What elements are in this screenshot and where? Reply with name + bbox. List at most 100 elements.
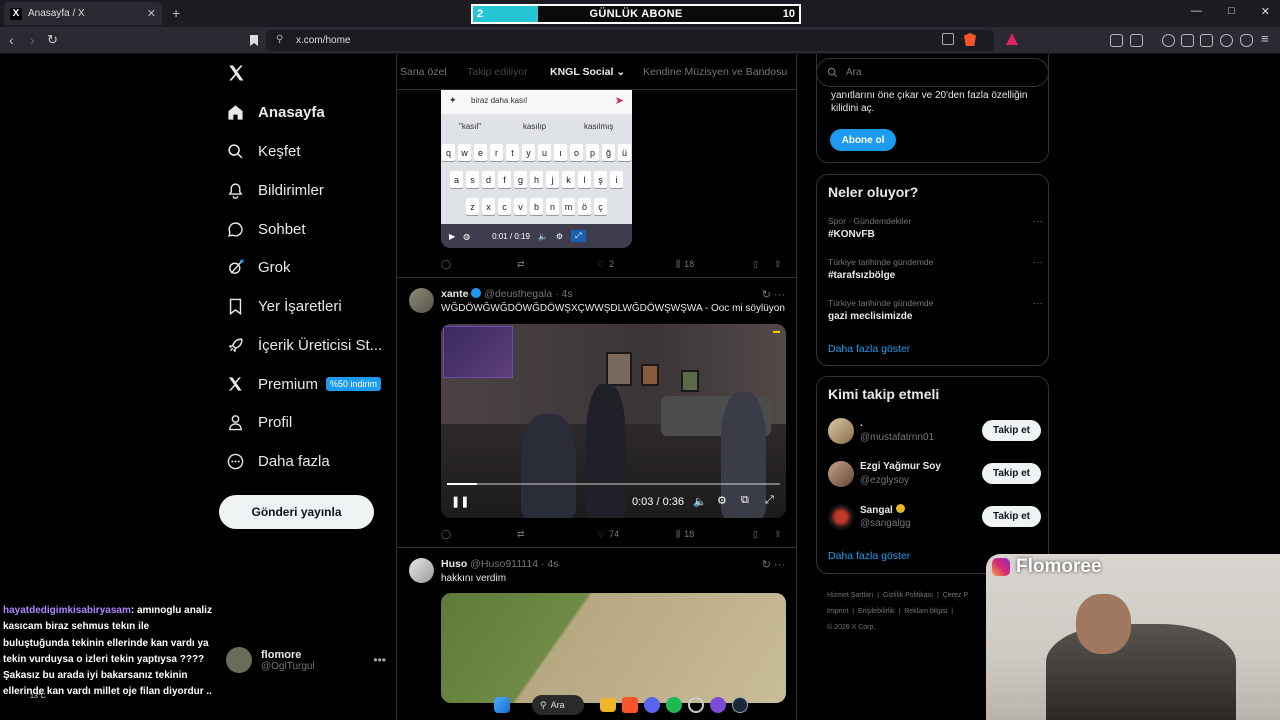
- author-handle[interactable]: @deusthegala: [484, 288, 552, 300]
- share-button[interactable]: ⇪: [774, 259, 782, 270]
- subscribe-button[interactable]: Abone ol: [830, 129, 896, 151]
- tab-for-you[interactable]: Sana özel: [400, 66, 447, 78]
- sidebar-item-grok[interactable]: Grok: [226, 251, 291, 283]
- tweet-time[interactable]: · 4s: [541, 558, 559, 570]
- avatar[interactable]: [409, 558, 434, 583]
- repost-button[interactable]: ⇄: [517, 529, 525, 540]
- maximize-button[interactable]: □: [1228, 5, 1235, 18]
- forward-arrow-icon[interactable]: ›: [30, 32, 35, 48]
- tweet-image[interactable]: [441, 593, 786, 703]
- discord-icon[interactable]: [644, 697, 660, 713]
- more-dots-icon[interactable]: ↻ ···: [762, 558, 785, 571]
- x-logo-icon[interactable]: [227, 64, 245, 82]
- tweet[interactable]: xante @deusthegala · 4s ↻ ··· WĞDÖWĞWĞDÖ…: [397, 278, 796, 548]
- pip-icon[interactable]: ⧉: [741, 494, 749, 507]
- volume-icon[interactable]: 🔈: [693, 495, 707, 508]
- brave-shields-icon[interactable]: [964, 33, 976, 46]
- taskbar-search[interactable]: ⚲ Ara: [532, 695, 584, 715]
- reload-icon[interactable]: ↻: [47, 32, 58, 48]
- extension-icon[interactable]: [1130, 34, 1143, 47]
- url-bar[interactable]: ⚲ x.com/home: [266, 30, 1018, 51]
- trend-item[interactable]: Türkiye tarihinde gündemde gazi meclisim…: [828, 298, 1043, 322]
- repost-button[interactable]: ⇄: [517, 259, 525, 270]
- bookmark-page-icon[interactable]: [249, 34, 259, 47]
- brave-rewards-icon[interactable]: [1006, 33, 1018, 45]
- back-arrow-icon[interactable]: ‹: [9, 32, 14, 48]
- menu-icon[interactable]: ≡: [1261, 31, 1269, 46]
- footer-link[interactable]: Erişilebilirlik: [858, 608, 895, 615]
- sidebar-item-explore[interactable]: Keşfet: [226, 135, 301, 167]
- avatar[interactable]: [828, 418, 854, 444]
- settings-icon[interactable]: ⚙: [556, 232, 563, 241]
- steam-icon[interactable]: [732, 697, 748, 713]
- trend-item[interactable]: Türkiye tarihinde gündemde #tarafsızbölg…: [828, 257, 1043, 281]
- extensions-icon[interactable]: [1110, 34, 1123, 47]
- more-dots-icon[interactable]: ···: [1033, 257, 1043, 268]
- weather-widget[interactable]: 13°C: [30, 693, 46, 700]
- show-more-link[interactable]: Daha fazla göster: [828, 343, 910, 355]
- video-progress-bar[interactable]: [447, 483, 780, 485]
- follow-suggestion[interactable]: . @mustafatrnn01 Takip et: [828, 415, 1041, 447]
- sidebar-item-notifications[interactable]: Bildirimler: [226, 174, 324, 206]
- play-icon[interactable]: ▶: [449, 232, 455, 241]
- windows-start-icon[interactable]: [494, 697, 510, 713]
- tab-following[interactable]: Takip ediliyor: [467, 66, 528, 78]
- settings-icon[interactable]: ⚙: [717, 494, 727, 507]
- fullscreen-icon[interactable]: ⤢: [571, 230, 586, 242]
- sidebar-item-creator-studio[interactable]: İçerik Üreticisi St...: [226, 329, 382, 361]
- app-icon[interactable]: [688, 697, 704, 713]
- sidebar-item-home[interactable]: Anasayfa: [226, 96, 325, 128]
- fullscreen-icon[interactable]: ⤢: [765, 494, 774, 507]
- tab-close-icon[interactable]: ✕: [147, 7, 156, 20]
- search-input[interactable]: Ara: [816, 58, 1049, 87]
- footer-link[interactable]: Çerez P: [943, 592, 968, 599]
- bookmark-button[interactable]: ▯: [753, 529, 758, 540]
- author-name[interactable]: xante: [441, 288, 468, 300]
- share-button[interactable]: ⇪: [774, 529, 782, 540]
- follow-button[interactable]: Takip et: [982, 420, 1041, 441]
- obs-icon[interactable]: [710, 697, 726, 713]
- follow-button[interactable]: Takip et: [982, 506, 1041, 527]
- footer-link[interactable]: Gizlilik Politikası: [883, 592, 933, 599]
- sidebar-toggle-icon[interactable]: [1181, 34, 1194, 47]
- like-button[interactable]: ♡ 2: [597, 259, 614, 270]
- like-button[interactable]: ♡ 74: [597, 529, 619, 540]
- wallet-icon[interactable]: [1200, 34, 1213, 47]
- tweet-video[interactable]: ▬ ❚❚ 0:03 / 0:36 🔈 ⚙ ⧉ ⤢: [441, 324, 786, 518]
- post-button[interactable]: Gönderi yayınla: [219, 495, 374, 529]
- leo-ai-icon[interactable]: [1220, 34, 1233, 47]
- sidebar-item-premium[interactable]: Premium %50 indirim: [226, 368, 382, 400]
- follow-button[interactable]: Takip et: [982, 463, 1041, 484]
- footer-link[interactable]: Hizmet Şartları: [827, 592, 873, 599]
- sidebar-item-more[interactable]: Daha fazla: [226, 445, 330, 477]
- spotify-icon[interactable]: [666, 697, 682, 713]
- sidebar-item-bookmarks[interactable]: Yer İşaretleri: [226, 290, 342, 322]
- avatar[interactable]: [828, 461, 854, 487]
- avatar[interactable]: [409, 288, 434, 313]
- sidebar-item-profile[interactable]: Profil: [226, 406, 292, 438]
- brave-browser-icon[interactable]: [622, 697, 638, 713]
- footer-link[interactable]: Imprint: [827, 608, 848, 615]
- views-button[interactable]: ⫼ 18: [676, 529, 694, 540]
- tweet-video[interactable]: biraz daha kasıl ✦ ➤ "kasıl" kasılıp kas…: [441, 90, 632, 248]
- tab-list[interactable]: Kendine Müzisyen ve Bandosu: [643, 66, 787, 78]
- more-dots-icon[interactable]: •••: [373, 653, 386, 667]
- vpn-icon[interactable]: [1240, 34, 1253, 47]
- volume-icon[interactable]: 🔈: [538, 232, 548, 241]
- more-dots-icon[interactable]: ···: [1033, 298, 1043, 309]
- trend-item[interactable]: Spor · Gündemdekiler #KONvFB ···: [828, 216, 1043, 240]
- tab-kngl-social[interactable]: KNGL Social ⌄: [550, 66, 625, 78]
- close-window-button[interactable]: ✕: [1261, 5, 1270, 18]
- show-more-link[interactable]: Daha fazla göster: [828, 550, 910, 562]
- new-tab-plus-icon[interactable]: +: [172, 5, 180, 21]
- follow-suggestion[interactable]: Ezgi Yağmur Soy @ezglysoy Takip et: [828, 458, 1041, 490]
- bookmark-button[interactable]: ▯: [753, 259, 758, 270]
- browser-tab[interactable]: X Anasayfa / X ✕: [4, 2, 162, 25]
- tweet-time[interactable]: · 4s: [555, 288, 573, 300]
- more-dots-icon[interactable]: ↻ ···: [762, 288, 785, 301]
- follow-suggestion[interactable]: Sangal @sangalgg Takip et: [828, 501, 1041, 533]
- file-explorer-icon[interactable]: [600, 698, 616, 712]
- reply-button[interactable]: ◯: [441, 259, 455, 270]
- music-icon[interactable]: [1162, 34, 1175, 47]
- sidebar-item-chat[interactable]: Sohbet: [226, 213, 306, 245]
